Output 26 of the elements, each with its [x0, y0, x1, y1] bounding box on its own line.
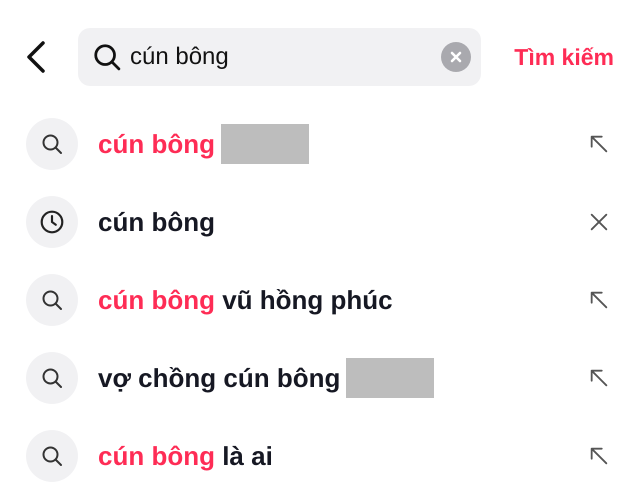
- search-icon: [92, 42, 122, 72]
- search-icon: [40, 444, 64, 468]
- clear-icon: [449, 50, 463, 64]
- search-icon: [40, 288, 64, 312]
- search-button[interactable]: Tìm kiếm: [514, 40, 614, 74]
- suggestion-text: cún bông: [98, 128, 215, 160]
- suggestion-text: cún bông: [98, 206, 215, 238]
- search-icon: [40, 132, 64, 156]
- search-icon: [40, 366, 64, 390]
- arrow-up-left-icon: [588, 133, 610, 155]
- back-icon: [25, 40, 47, 74]
- arrow-up-left-icon: [588, 289, 610, 311]
- suggestion-item[interactable]: cún bông: [0, 183, 640, 261]
- clock-icon: [39, 209, 65, 235]
- suggestion-item[interactable]: cún bông vũ hồng phúc: [0, 261, 640, 339]
- search-input[interactable]: cún bông: [130, 39, 441, 75]
- suggestion-item[interactable]: cún bông là ai: [0, 417, 640, 484]
- suggestion-text: vợ chồng cún bông: [98, 362, 340, 394]
- suggestion-item[interactable]: cún bông: [0, 105, 640, 183]
- suggestion-item[interactable]: vợ chồng cún bông: [0, 339, 640, 417]
- suggestion-text: cún bông là ai: [98, 440, 273, 472]
- close-icon: [588, 211, 610, 233]
- arrow-up-left-icon: [588, 445, 610, 467]
- search-field[interactable]: cún bông: [78, 28, 481, 86]
- arrow-up-left-icon: [588, 367, 610, 389]
- suggestion-text: cún bông vũ hồng phúc: [98, 284, 393, 316]
